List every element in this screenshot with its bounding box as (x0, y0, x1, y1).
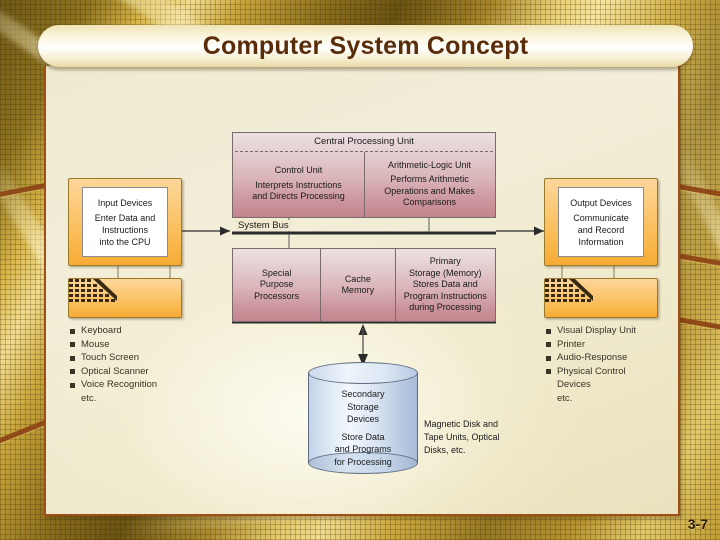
special-line-2: Purpose (259, 279, 294, 290)
primary-storage-cell: Primary Storage (Memory) Stores Data and… (395, 249, 495, 321)
primary-line-1: Primary (429, 256, 461, 267)
cpu-heading: Central Processing Unit (314, 136, 414, 148)
output-devices-line-1: Communicate (573, 212, 629, 223)
primary-line-5: during Processing (409, 302, 482, 313)
alu-heading: Arithmetic-Logic Unit (387, 159, 472, 170)
primary-line-3: Stores Data and (412, 279, 478, 290)
cpu-box[interactable]: Central Processing Unit Control Unit Int… (232, 132, 496, 218)
special-line-1: Special (261, 267, 292, 278)
output-devices-bullet-list: Visual Display Unit Printer Audio-Respon… (546, 324, 636, 405)
control-unit-line-2: and Directs Processing (252, 191, 345, 202)
list-item: Touch Screen (70, 351, 157, 365)
list-item: Optical Scanner (70, 365, 157, 379)
slide-canvas: Input Devices Enter Data and Instruction… (0, 0, 720, 540)
alu-line-1: Performs Arithmetic (390, 174, 469, 184)
page-title: Computer System Concept (202, 31, 529, 60)
memory-row-box[interactable]: Special Purpose Processors Cache Memory … (232, 248, 496, 322)
computer-system-diagram: Input Devices Enter Data and Instruction… (46, 66, 678, 514)
input-devices-bullet-list: Keyboard Mouse Touch Screen Optical Scan… (70, 324, 157, 405)
list-item-etc: etc. (81, 392, 97, 404)
cache-memory-cell: Cache Memory (320, 249, 395, 321)
secondary-line-1: Secondary (341, 389, 385, 399)
output-devices-heading: Output Devices (570, 197, 632, 208)
alu-line-3: Comparisons (402, 197, 457, 207)
input-devices-line-3: into the CPU (99, 236, 151, 247)
secondary-storage-cylinder[interactable]: Secondary Storage Devices Store Data and… (308, 362, 418, 474)
input-devices-line-1: Enter Data and (94, 212, 156, 223)
input-devices-line-2: Instructions (101, 224, 149, 235)
input-devices-box[interactable]: Input Devices Enter Data and Instruction… (68, 178, 182, 266)
list-item: Printer (546, 338, 636, 352)
special-line-3: Processors (254, 290, 300, 301)
page-number: 3-7 (687, 516, 708, 532)
output-devices-label: Output Devices Communicate and Record In… (558, 187, 644, 257)
output-devices-line-2: and Record (577, 224, 625, 235)
list-item: Physical Control (546, 365, 636, 379)
special-purpose-processors-cell: Special Purpose Processors (233, 249, 320, 321)
output-devices-line-3: Information (578, 236, 624, 247)
list-item-etc: etc. (557, 392, 573, 404)
control-unit-heading: Control Unit (274, 165, 323, 176)
slide-content-panel: Input Devices Enter Data and Instruction… (44, 66, 680, 516)
keyboard-icon (69, 279, 117, 302)
keyboard-icon (545, 279, 593, 302)
secondary-storage-label: Secondary Storage Devices Store Data and… (308, 388, 418, 468)
system-bus-label: System Bus (235, 220, 292, 231)
storage-note-line-3: Disks, etc. (424, 445, 466, 455)
secondary-line-6: for Processing (334, 456, 392, 467)
secondary-line-2: Storage (347, 401, 379, 412)
secondary-storage-note: Magnetic Disk and Tape Units, Optical Di… (424, 418, 500, 457)
primary-line-2: Storage (Memory) (408, 267, 482, 278)
cache-line-2: Memory (341, 285, 375, 295)
input-devices-heading: Input Devices (97, 197, 153, 208)
list-item: Keyboard (70, 324, 157, 338)
list-item: Voice Recognition (70, 378, 157, 392)
list-item: Mouse (70, 338, 157, 352)
primary-line-4: Program Instructions (403, 290, 487, 301)
control-unit-cell: Control Unit Interprets Instructions and… (233, 151, 364, 217)
input-devices-label: Input Devices Enter Data and Instruction… (82, 187, 168, 257)
secondary-line-4: Store Data (341, 431, 385, 442)
list-item: Audio-Response (546, 351, 636, 365)
list-item: Visual Display Unit (546, 324, 636, 338)
alu-cell: Arithmetic-Logic Unit Performs Arithmeti… (364, 151, 495, 217)
alu-line-2: Operations and Makes (384, 185, 475, 196)
secondary-line-3: Devices (346, 414, 379, 424)
output-devices-box[interactable]: Output Devices Communicate and Record In… (544, 178, 658, 266)
storage-note-line-2: Tape Units, Optical (424, 432, 500, 442)
output-keyboard-icon-box[interactable] (544, 278, 658, 318)
input-keyboard-icon-box[interactable] (68, 278, 182, 318)
cylinder-top-ellipse (308, 362, 418, 384)
storage-note-line-1: Magnetic Disk and (424, 419, 499, 429)
secondary-line-5: and Programs (334, 444, 392, 454)
list-item-continuation: Devices (557, 379, 591, 390)
cache-line-1: Cache (344, 273, 371, 284)
slide-title-bar: Computer System Concept (38, 25, 693, 67)
control-unit-line-1: Interprets Instructions (255, 179, 342, 190)
